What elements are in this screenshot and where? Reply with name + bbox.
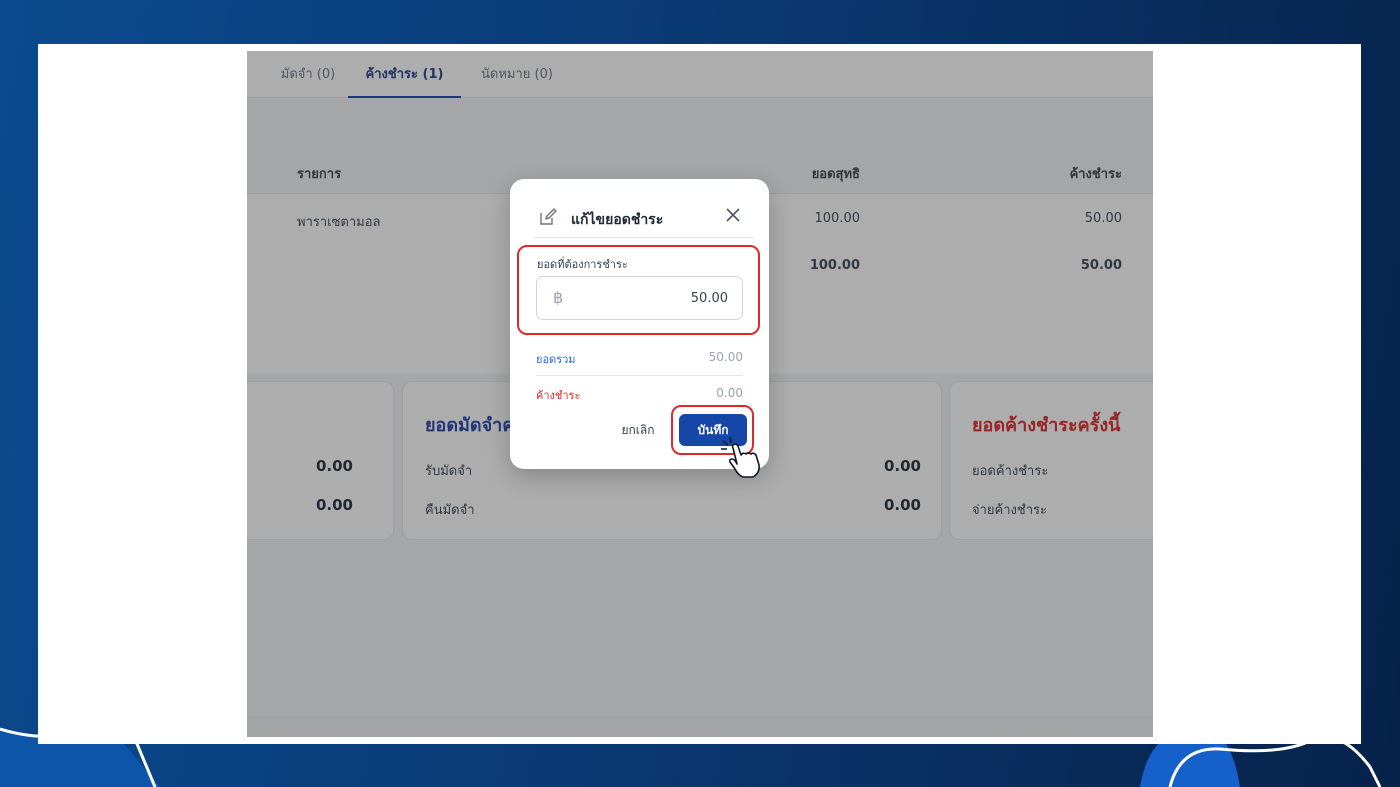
modal-divider [534,237,754,238]
outstanding-value: 0.00 [716,386,743,400]
edit-icon [540,208,557,225]
outstanding-label: ค้างชำระ [536,389,581,402]
hand-pointer-cursor-icon [721,436,760,478]
amount-input-value: 50.00 [690,291,728,306]
summary-divider [536,375,743,376]
total-label: ยอดรวม [536,353,576,366]
baht-icon: ฿ [553,288,564,307]
amount-field-label: ยอดที่ต้องการชำระ [537,258,628,271]
close-icon[interactable] [725,207,741,223]
modal-title: แก้ไขยอดชำระ [571,212,664,228]
total-value: 50.00 [708,350,743,364]
amount-input[interactable]: ฿ 50.00 [536,276,743,320]
edit-payment-modal: แก้ไขยอดชำระ ยอดที่ต้องการชำระ ฿ 50.00 ย… [510,179,769,469]
cancel-button[interactable]: ยกเลิก [610,415,666,445]
